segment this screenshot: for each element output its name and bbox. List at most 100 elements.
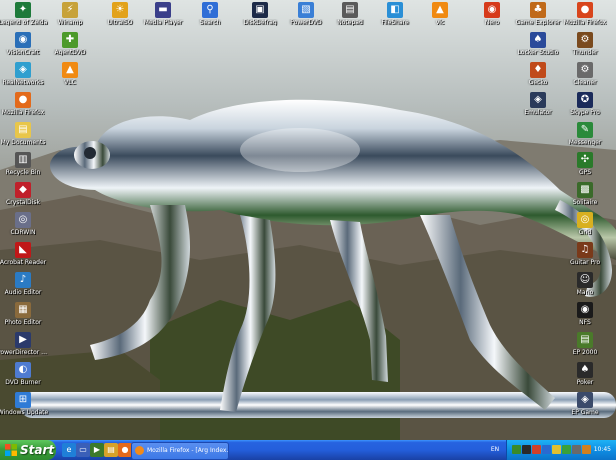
notepad-icon: ▤ [342,2,358,18]
taskbar-window-title: Mozilla Firefox - [Arg Index...] [147,447,229,454]
quick-launch-folder-icon[interactable]: ▤ [104,443,118,457]
desktop-icon-label: Locker Studio [517,49,559,56]
desktop-icon-label: Legend of Zelda [0,19,48,26]
desktop-icon-solitaire[interactable]: ▩ Solitaire [565,182,605,212]
desktop-icon-gecko[interactable]: ♦ Gecko [518,62,558,92]
desktop[interactable]: ✦ Legend of Zelda ◉ VisionCraft ◈ RealNetwork… [0,0,616,440]
desktop-icon-dvd-burn[interactable]: ◐ DVD Burner [3,362,43,392]
desktop-icon-vlc-2[interactable]: ▲ vlc [420,2,460,32]
desktop-icon-label: Thunder [572,49,598,56]
tray-icon-4[interactable] [542,445,551,454]
desktop-icon-powerdvd[interactable]: ▧ PowerDVD [286,2,326,32]
solitaire-icon: ▩ [577,182,593,198]
desktop-icon-poker[interactable]: ♠ Poker [565,362,605,392]
desktop-icon-gps[interactable]: ✣ GPS [565,152,605,182]
disk-defrag-icon: ▣ [252,2,268,18]
desktop-icon-nero[interactable]: ◉ Nero [472,2,512,32]
quick-launch-desktop-icon[interactable]: ▭ [76,443,90,457]
acrobat-icon: ◣ [15,242,31,258]
desktop-icon-label: Nero [484,19,500,26]
desktop-icon-recycle[interactable]: ▥ Recycle Bin [3,152,43,182]
desktop-icon-label: VisionCraft [6,49,40,56]
desktop-icon-label: Poker [576,379,594,386]
quick-launch-ie-icon[interactable]: e [62,443,76,457]
desktop-icon-cleaner[interactable]: ⚙ Cleaner [565,62,605,92]
firefox-icon: ● [15,92,31,108]
desktop-icon-mozilla[interactable]: ● Mozilla Firefox [564,2,606,32]
desktop-icon-ep-2000[interactable]: ▤ EP 2000 [565,332,605,362]
desktop-icon-legend-of-zelda[interactable]: ✦ Legend of Zelda [0,2,47,32]
desktop-icon-firefox[interactable]: ● Mozilla Firefox [2,92,44,122]
desktop-icon-nfs[interactable]: ◉ NFS [565,302,605,332]
windows-update-icon: ⊞ [15,392,31,408]
desktop-icon-crystal[interactable]: ◆ CrystalDisk [3,182,43,212]
cdr-win-icon: ◎ [15,212,31,228]
desktop-icon-thunder[interactable]: ⚙ Thunder [565,32,605,62]
desktop-icon-my-docs[interactable]: ▤ My Documents [1,122,45,152]
mario-icon: ☺ [577,272,593,288]
tray-icon-1[interactable] [512,445,521,454]
power-director-icon: ▶ [15,332,31,348]
messenger-icon: ✎ [577,122,593,138]
desktop-icon-photo-editor[interactable]: ▦ Photo Editor [3,302,43,332]
desktop-icon-cdr-win[interactable]: ◎ CDRWIN [3,212,43,242]
agent-dvd-icon: ✚ [62,32,78,48]
desktop-icon-label: Game Explorer [515,19,561,26]
desktop-icon-game-explorer[interactable]: ♣ Game Explorer [516,2,560,32]
desktop-icon-guitar[interactable]: ♫ Guitar Pro [565,242,605,272]
desktop-icon-messenger[interactable]: ✎ Messenger [565,122,605,152]
desktop-icon-windows-update[interactable]: ⊞ Windows Update [0,392,48,422]
start-button[interactable]: Start [0,440,56,460]
tray-icon-6[interactable] [562,445,571,454]
desktop-icon-search[interactable]: ⚲ Search [190,2,230,32]
desktop-icon-label: EP Game [571,409,599,416]
tray-icon-7[interactable] [572,445,581,454]
desktop-icon-label: Search [199,19,221,26]
ep-2000-icon: ▤ [577,332,593,348]
desktop-icon-disk-defrag[interactable]: ▣ DiskDefrag [240,2,280,32]
tray-icon-3[interactable] [532,445,541,454]
desktop-icon-notepad[interactable]: ▤ Notepad [330,2,370,32]
desktop-icon-winamp[interactable]: ⚡ Winamp [50,2,90,32]
desktop-icon-agent-dvd[interactable]: ✚ AgentDVD [50,32,90,62]
desktop-icon-emulator[interactable]: ◈ Emulator [518,92,558,122]
desktop-icon-acrobat[interactable]: ◣ Acrobat Reader [0,242,46,272]
desktop-icon-label: Audio Editor [4,289,42,296]
desktop-icon-locker[interactable]: ♠ Locker Studio [518,32,558,62]
windows-flag-icon [5,444,17,456]
desktop-icon-label: EP 2000 [572,349,598,356]
desktop-icon-vlc[interactable]: ▲ VLC [50,62,90,92]
desktop-icon-label: CDRWIN [10,229,36,236]
dvd-burn-icon: ◐ [15,362,31,378]
tray-icon-8[interactable] [582,445,591,454]
tray-icon-5[interactable] [552,445,561,454]
desktop-icon-realnetworks[interactable]: ◈ RealNetworks [2,62,44,92]
desktop-icon-label: AgentDVD [54,49,86,56]
language-indicator[interactable]: EN [488,444,502,456]
desktop-icon-fileshare[interactable]: ◧ FileShare [375,2,415,32]
desktop-icon-visioncraft[interactable]: ◉ VisionCraft [3,32,43,62]
gps-icon: ✣ [577,152,593,168]
desktop-icon-label: Mario [576,289,594,296]
emulator-icon: ◈ [530,92,546,108]
desktop-icon-grid[interactable]: ◎ Grid [565,212,605,242]
desktop-icon-label: Acrobat Reader [0,259,47,266]
tray-icon-2[interactable] [522,445,531,454]
quick-launch-media-icon[interactable]: ▶ [90,443,104,457]
quick-launch-firefox-icon[interactable]: ● [118,443,132,457]
my-docs-icon: ▤ [15,122,31,138]
desktop-icon-skype[interactable]: ✪ Skype Pro [565,92,605,122]
desktop-icon-power-director[interactable]: ▶ PowerDirector Pro [0,332,49,362]
desktop-icon-ep-game[interactable]: ◈ EP Game [565,392,605,422]
desktop-icon-ultraiso[interactable]: ☀ UltraISO [100,2,140,32]
taskbar-window-button[interactable]: Mozilla Firefox - [Arg Index...] [131,442,229,460]
desktop-icon-label: PowerDirector Pro [0,349,49,356]
desktop-icon-label: Skype Pro [570,109,600,116]
desktop-icon-label: Guitar Pro [569,259,601,266]
desktop-icon-media-player[interactable]: ▬ Media Player [143,2,183,32]
desktop-icon-label: Windows Update [0,409,49,416]
desktop-icon-mario[interactable]: ☺ Mario [565,272,605,302]
desktop-icon-audio-editor[interactable]: ♪ Audio Editor [3,272,43,302]
clock[interactable]: 10:45 [594,440,611,460]
realnetworks-icon: ◈ [15,62,31,78]
